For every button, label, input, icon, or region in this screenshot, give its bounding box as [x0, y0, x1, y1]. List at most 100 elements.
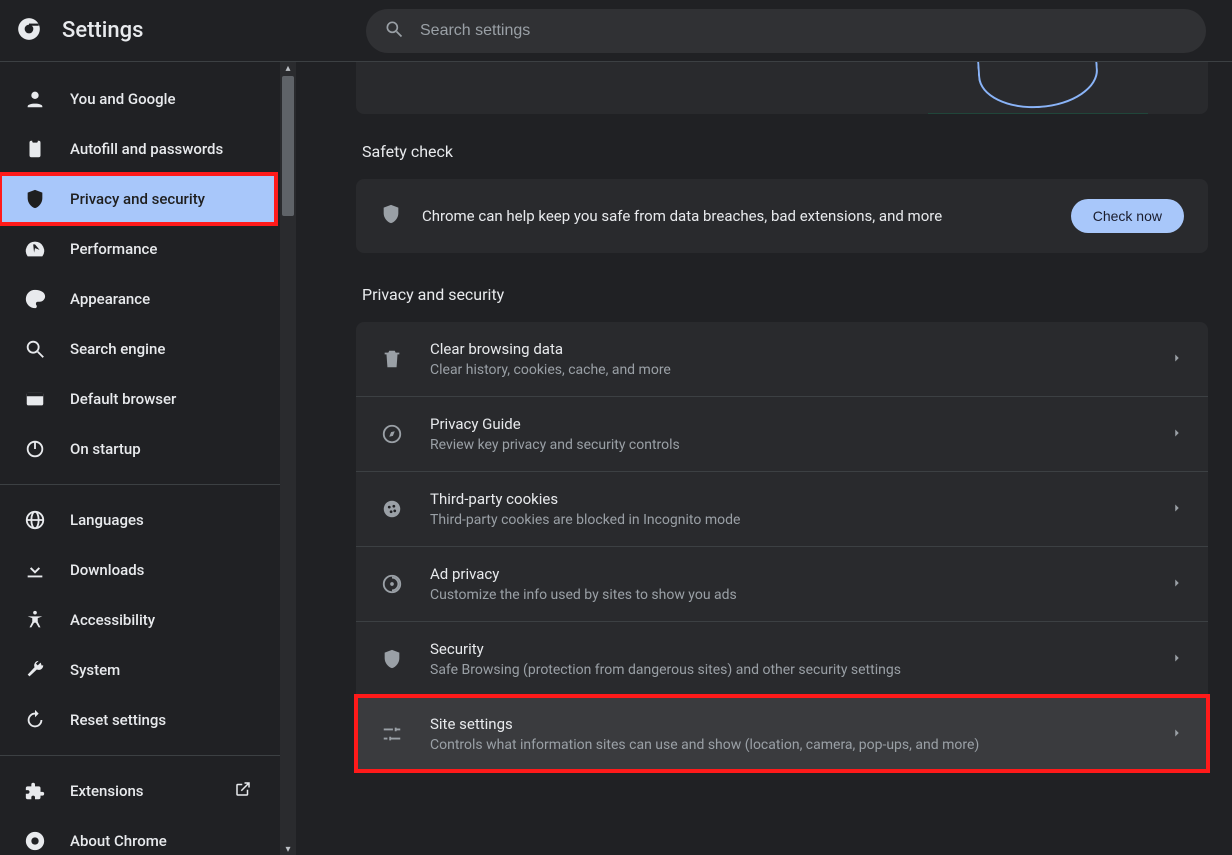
row-text: Privacy Guide Review key privacy and secu… — [430, 415, 1144, 453]
wrench-icon — [24, 659, 46, 681]
sidebar-item-label: Appearance — [70, 290, 150, 308]
sidebar-item-privacy[interactable]: Privacy and security — [0, 174, 276, 224]
chevron-right-icon — [1170, 350, 1184, 369]
privacy-list: Clear browsing dataClear history, cookie… — [356, 322, 1208, 771]
sidebar-divider — [0, 755, 280, 756]
scroll-up-arrow[interactable]: ▴ — [282, 62, 294, 74]
safety-check-card: Chrome can help keep you safe from data … — [356, 179, 1208, 253]
sidebar-item-accessibility[interactable]: Accessibility — [0, 595, 276, 645]
section-title-safety: Safety check — [362, 142, 1208, 161]
row-subtitle: Safe Browsing (protection from dangerous… — [430, 662, 1144, 678]
sidebar-item-label: Accessibility — [70, 611, 155, 629]
safety-banner-card — [356, 62, 1208, 114]
row-text: Clear browsing dataClear history, cookie… — [430, 340, 1144, 378]
sidebar-item-you-and-google[interactable]: You and Google — [0, 74, 276, 124]
power-icon — [24, 438, 46, 460]
scrollbar-thumb[interactable] — [282, 76, 294, 216]
shield-icon — [24, 188, 46, 210]
sidebar-item-extensions[interactable]: Extensions — [0, 766, 276, 816]
chevron-right-icon — [1170, 725, 1184, 744]
shield-icon — [380, 203, 402, 229]
sidebar-item-autofill[interactable]: Autofill and passwords — [0, 124, 276, 174]
row-security[interactable]: Security Safe Browsing (protection from d… — [356, 621, 1208, 696]
row-ad-privacy[interactable]: Ad privacy Customize the info used by sit… — [356, 546, 1208, 621]
sidebar-item-label: Privacy and security — [70, 190, 205, 208]
decorative-line — [928, 113, 1148, 114]
check-now-button[interactable]: Check now — [1071, 199, 1184, 233]
clipboard-icon — [24, 138, 46, 160]
sidebar-divider — [0, 484, 280, 485]
sidebar-item-label: Search engine — [70, 340, 165, 358]
search-settings[interactable] — [366, 9, 1206, 53]
row-text: Third-party cookiesThird-party cookies a… — [430, 490, 1144, 528]
row-subtitle: Controls what information sites can use … — [430, 737, 1144, 753]
accessibility-icon — [24, 609, 46, 631]
chevron-right-icon — [1170, 500, 1184, 519]
row-title: Site settings — [430, 715, 1144, 733]
palette-icon — [24, 288, 46, 310]
row-title: Privacy Guide — [430, 415, 1144, 433]
row-subtitle: Review key privacy and security controls — [430, 437, 1144, 453]
tune-icon — [380, 723, 404, 745]
row-text: Ad privacy Customize the info used by sit… — [430, 565, 1144, 603]
browser-icon — [24, 388, 46, 410]
sidebar-item-about[interactable]: About Chrome — [0, 816, 276, 855]
row-text: Site settings Controls what information s… — [430, 715, 1144, 753]
sidebar-item-on-startup[interactable]: On startup — [0, 424, 276, 474]
row-title: Security — [430, 640, 1144, 658]
row-subtitle: Customize the info used by sites to show… — [430, 587, 1144, 603]
ad-icon — [380, 573, 404, 595]
history-icon — [24, 709, 46, 731]
chrome-icon — [16, 16, 42, 46]
external-link-icon — [234, 780, 252, 802]
compass-icon — [380, 423, 404, 445]
trash-icon — [380, 348, 404, 370]
chevron-right-icon — [1170, 650, 1184, 669]
row-subtitle: Clear history, cookies, cache, and more — [430, 362, 1144, 378]
sidebar-item-label: About Chrome — [70, 832, 167, 850]
app-header: Settings — [0, 0, 1232, 62]
download-icon — [24, 559, 46, 581]
extension-icon — [24, 780, 46, 802]
globe-icon — [24, 509, 46, 531]
sidebar-item-label: On startup — [70, 440, 141, 458]
shield-icon — [380, 648, 404, 670]
sidebar-item-label: Default browser — [70, 390, 176, 408]
sidebar-item-label: Downloads — [70, 561, 144, 579]
scroll-down-arrow[interactable]: ▾ — [282, 843, 294, 855]
main-content: Safety check Chrome can help keep you sa… — [296, 62, 1232, 855]
sidebar-item-label: Extensions — [70, 782, 144, 800]
sidebar-item-default-browser[interactable]: Default browser — [0, 374, 276, 424]
sidebar-item-downloads[interactable]: Downloads — [0, 545, 276, 595]
search-icon — [384, 19, 404, 43]
sidebar-item-performance[interactable]: Performance — [0, 224, 276, 274]
sidebar-item-label: Languages — [70, 511, 144, 529]
sidebar-item-search-engine[interactable]: Search engine — [0, 324, 276, 374]
row-site-settings[interactable]: Site settings Controls what information s… — [356, 696, 1208, 771]
row-privacy-guide[interactable]: Privacy Guide Review key privacy and secu… — [356, 396, 1208, 471]
section-title-privacy: Privacy and security — [362, 285, 1208, 304]
sidebar-item-label: Reset settings — [70, 711, 166, 729]
sidebar-scrollbar[interactable]: ▴ ▾ — [280, 62, 296, 855]
sidebar-item-label: System — [70, 661, 120, 679]
sidebar-item-label: You and Google — [70, 90, 175, 108]
settings-sidebar: You and Google Autofill and passwords Priv… — [0, 62, 296, 855]
row-clear-data[interactable]: Clear browsing dataClear history, cookie… — [356, 322, 1208, 396]
row-title: Ad privacy — [430, 565, 1144, 583]
chrome-icon — [24, 830, 46, 852]
search-icon — [24, 338, 46, 360]
chevron-right-icon — [1170, 425, 1184, 444]
person-icon — [24, 88, 46, 110]
cookie-icon — [380, 498, 404, 520]
row-subtitle: Third-party cookies are blocked in Incog… — [430, 512, 1144, 528]
sidebar-item-label: Autofill and passwords — [70, 140, 223, 158]
safety-check-text: Chrome can help keep you safe from data … — [422, 207, 1051, 225]
sidebar-item-appearance[interactable]: Appearance — [0, 274, 276, 324]
speed-icon — [24, 238, 46, 260]
row-third-party-cookies[interactable]: Third-party cookiesThird-party cookies a… — [356, 471, 1208, 546]
search-input[interactable] — [420, 22, 1188, 40]
sidebar-item-languages[interactable]: Languages — [0, 495, 276, 545]
sidebar-item-reset[interactable]: Reset settings — [0, 695, 276, 745]
page-title: Settings — [62, 18, 143, 43]
sidebar-item-system[interactable]: System — [0, 645, 276, 695]
